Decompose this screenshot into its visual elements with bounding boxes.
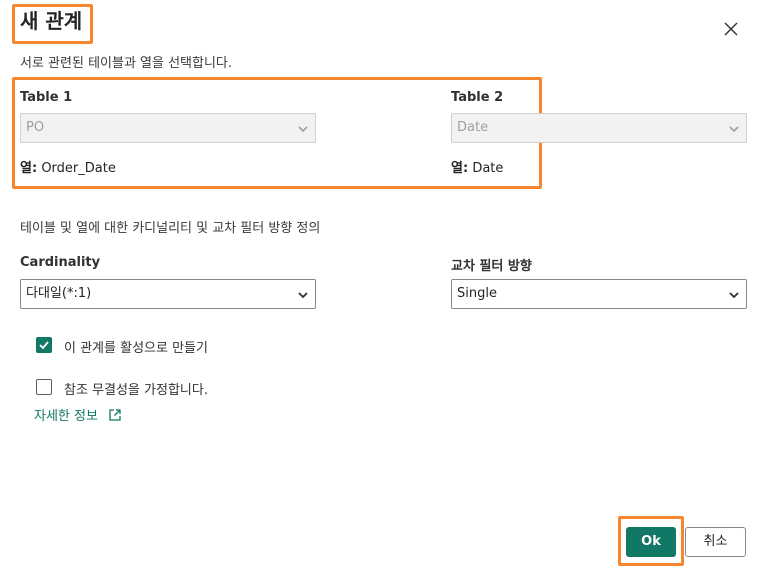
chevron-down-icon <box>298 126 308 133</box>
ok-button[interactable]: Ok <box>626 527 676 557</box>
chevron-down-icon <box>729 126 739 133</box>
table1-column-line: 열: Order_Date <box>20 157 116 176</box>
cardinality-section-text: 테이블 및 열에 대한 카디널리티 및 교차 필터 방향 정의 <box>20 221 321 236</box>
referential-integrity-checkbox[interactable] <box>36 379 52 395</box>
table2-column-line: 열: Date <box>451 157 503 176</box>
cardinality-label: Cardinality <box>20 255 101 270</box>
external-link-icon <box>109 409 121 421</box>
table2-column-value: Date <box>472 161 504 176</box>
cross-filter-selected-value: Single <box>457 286 497 301</box>
table1-select[interactable]: PO <box>20 113 316 143</box>
active-relationship-label: 이 관계를 활성으로 만들기 <box>64 341 208 356</box>
cross-filter-label: 교차 필터 방향 <box>451 259 532 274</box>
close-button[interactable] <box>720 18 742 40</box>
table2-column-prefix: 열: <box>451 161 469 176</box>
table1-label: Table 1 <box>20 90 73 105</box>
learn-more-link[interactable]: 자세한 정보 <box>34 405 122 424</box>
cardinality-select[interactable]: 다대일(*:1) <box>20 279 316 309</box>
cross-filter-select[interactable]: Single <box>451 279 747 309</box>
referential-integrity-label: 참조 무결성을 가정합니다. <box>64 383 208 398</box>
cardinality-selected-value: 다대일(*:1) <box>26 286 92 301</box>
title-highlight <box>12 4 93 44</box>
dialog-subtitle: 서로 관련된 테이블과 열을 선택합니다. <box>20 56 233 71</box>
chevron-down-icon <box>729 292 739 299</box>
table2-label: Table 2 <box>451 90 504 105</box>
checkmark-icon <box>39 341 49 350</box>
table1-column-value: Order_Date <box>41 161 116 176</box>
table2-select[interactable]: Date <box>451 113 747 143</box>
chevron-down-icon <box>298 292 308 299</box>
active-relationship-checkbox[interactable] <box>36 337 52 353</box>
close-icon <box>724 22 738 36</box>
learn-more-text: 자세한 정보 <box>34 409 98 424</box>
table1-column-prefix: 열: <box>20 161 38 176</box>
table2-selected-value: Date <box>457 120 489 135</box>
cancel-button[interactable]: 취소 <box>685 527 746 557</box>
table1-selected-value: PO <box>26 120 45 135</box>
